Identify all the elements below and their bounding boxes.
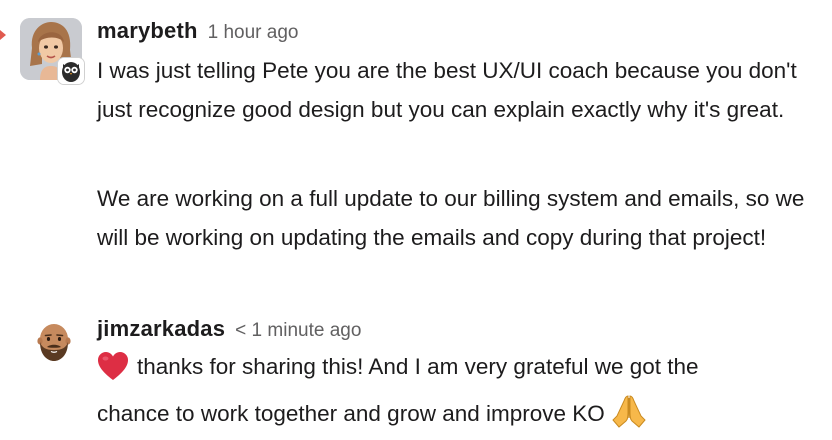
username[interactable]: jimzarkadas <box>97 316 225 341</box>
message-paragraph: I was just telling Pete you are the best… <box>97 52 817 129</box>
message-text: We are working on a full update to our b… <box>97 186 805 250</box>
message-text-line1: thanks for sharing this! And I am very g… <box>137 354 699 379</box>
message-text-line2: chance to work together and grow and imp… <box>97 400 605 426</box>
red-heart-icon <box>97 351 129 394</box>
timestamp[interactable]: 1 hour ago <box>208 22 299 43</box>
unread-edge-marker <box>0 30 6 40</box>
avatar[interactable] <box>20 18 84 84</box>
timestamp[interactable]: < 1 minute ago <box>235 320 361 341</box>
owl-icon <box>58 58 84 84</box>
username[interactable]: marybeth <box>97 18 198 43</box>
message-header: jimzarkadas < 1 minute ago <box>97 316 361 342</box>
message-paragraph: We are working on a full update to our b… <box>97 180 817 257</box>
message-text: I was just telling Pete you are the best… <box>97 58 797 122</box>
message-header: marybeth 1 hour ago <box>97 18 299 44</box>
message-text: thanks for sharing this! And I am very g… <box>97 348 817 440</box>
folded-hands-icon <box>611 394 647 440</box>
message-paragraph: thanks for sharing this! And I am very g… <box>97 348 817 440</box>
bald-bearded-man-emoji-icon[interactable] <box>36 322 72 362</box>
